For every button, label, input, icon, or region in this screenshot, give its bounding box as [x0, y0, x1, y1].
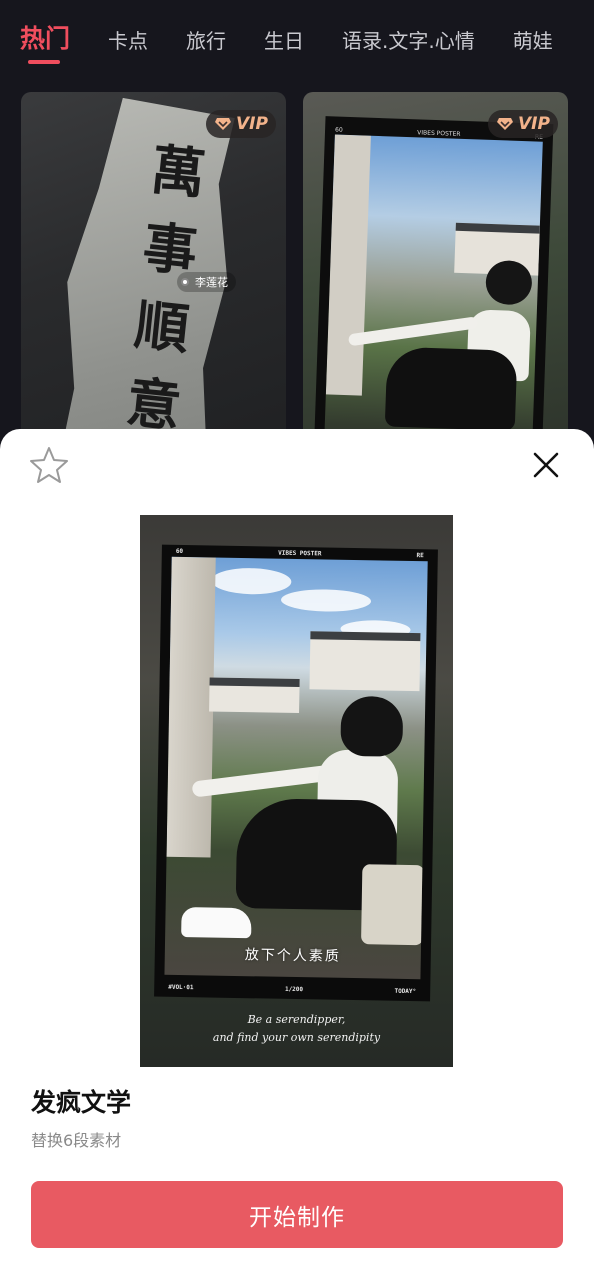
- frame-label: 1/200: [284, 985, 304, 994]
- script-line: Be a serendipper,: [247, 1013, 346, 1026]
- name-tag-label: 李莲花: [195, 276, 228, 289]
- preview-photo: 放下个人素质: [164, 556, 428, 980]
- category-tabs: 热门 卡点 旅行 生日 语录.文字.心情 萌娃: [0, 0, 594, 84]
- tab-hot[interactable]: 热门: [20, 24, 71, 64]
- tab-label: 旅行: [186, 29, 227, 53]
- template-subtitle: 替换6段素材: [31, 1131, 122, 1150]
- frame-label: VIBES POSTER: [278, 549, 322, 558]
- active-tab-indicator: [28, 60, 60, 64]
- vip-badge: VIP: [206, 110, 276, 138]
- close-icon[interactable]: [532, 451, 560, 479]
- script-caption: Be a serendipper, and find your own sere…: [140, 1011, 453, 1047]
- photo-frame: 60 VIBES POSTER RE 放下个人素质 #VOL·01 1/200 …: [154, 544, 438, 1002]
- overlay-caption: 放下个人素质: [244, 947, 341, 965]
- tab-label: 语录.文字.心情: [342, 29, 475, 53]
- frame-bottom-labels: #VOL·01 1/200 TODAY°: [168, 984, 416, 995]
- tab-quotes[interactable]: 语录.文字.心情: [342, 26, 475, 56]
- diamond-icon: [497, 118, 514, 130]
- diamond-icon: [215, 118, 232, 130]
- tab-label: 生日: [264, 29, 305, 53]
- tab-kids[interactable]: 萌娃: [513, 26, 553, 56]
- tab-travel[interactable]: 旅行: [186, 26, 226, 56]
- template-preview[interactable]: 60 VIBES POSTER RE 放下个人素质 #VOL·01 1/200 …: [140, 515, 453, 1067]
- vip-badge: VIP: [488, 110, 558, 138]
- tab-label: 卡点: [108, 29, 149, 53]
- tab-label: 热门: [20, 24, 71, 53]
- tag-dot-icon: [181, 278, 189, 286]
- tab-birthday[interactable]: 生日: [264, 26, 304, 56]
- start-creating-button[interactable]: 开始制作: [31, 1181, 563, 1248]
- app-screen: 热门 卡点 旅行 生日 语录.文字.心情 萌娃 萬事順意 李莲花 VIP 60 …: [0, 0, 594, 1280]
- frame-label: 60: [334, 126, 343, 134]
- vip-label: VIP: [518, 114, 550, 134]
- template-detail-sheet: 60 VIBES POSTER RE 放下个人素质 #VOL·01 1/200 …: [0, 429, 594, 1280]
- name-tag: 李莲花: [177, 272, 236, 292]
- frame-label: 60: [175, 547, 184, 555]
- tab-beat[interactable]: 卡点: [108, 26, 148, 56]
- star-outline-icon[interactable]: [29, 446, 69, 484]
- template-title: 发疯文学: [31, 1088, 132, 1117]
- frame-label: TODAY°: [394, 987, 417, 996]
- frame-label: RE: [416, 552, 424, 560]
- vip-label: VIP: [236, 114, 268, 134]
- script-line: and find your own serendipity: [212, 1031, 381, 1044]
- frame-label: #VOL·01: [168, 983, 194, 992]
- tab-label: 萌娃: [512, 29, 553, 53]
